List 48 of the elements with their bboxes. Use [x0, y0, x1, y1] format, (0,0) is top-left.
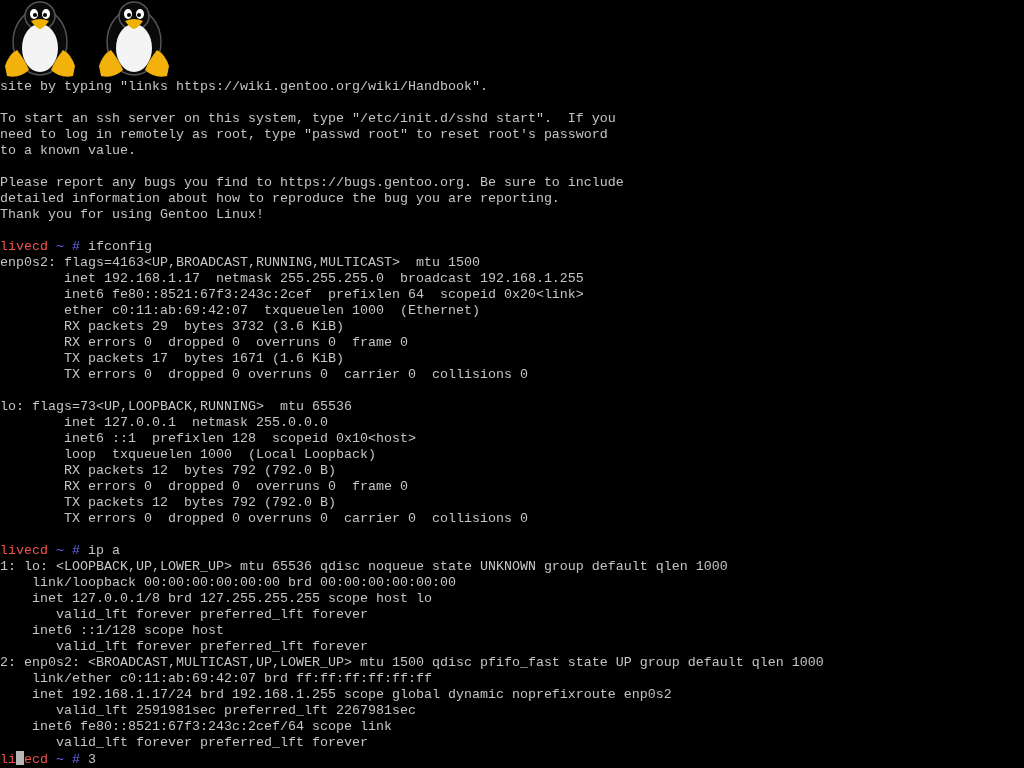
console-line: RX errors 0 dropped 0 overruns 0 frame 0: [63, 335, 409, 351]
prompt-host: li: [0, 752, 16, 767]
console-line: inet6 ::1 prefixlen 128 scopeid 0x10<host>: [63, 431, 417, 447]
console-line: inet 192.168.1.17/24 brd 192.168.1.255 scope global dynamic noprefixroute enp0s2: [31, 687, 673, 703]
prompt-path: ~: [56, 752, 64, 767]
console-line: inet 127.0.0.1/8 brd 127.255.255.255 scope host lo: [31, 591, 433, 607]
console-line: site by typing "links https://wiki.gentoo.org/wiki/Handbook".: [0, 79, 489, 95]
console-line: valid_lft forever preferred_lft forever: [55, 735, 369, 751]
console-line: TX packets 12 bytes 792 (792.0 B): [63, 495, 337, 511]
console-line: inet 192.168.1.17 netmask 255.255.255.0 broadcast 192.168.1.255: [63, 271, 585, 287]
console-line: 2: enp0s2: <BROADCAST,MULTICAST,UP,LOWER_UP> mtu 1500 qdisc pfifo_fast state UP group default qlen 1000: [0, 655, 825, 671]
console-line: Thank you for using Gentoo Linux!: [0, 207, 265, 223]
prompt-host: ecd: [24, 752, 48, 767]
console-line: RX packets 29 bytes 3732 (3.6 KiB): [63, 319, 345, 335]
console-line: link/loopback 00:00:00:00:00:00 brd 00:00:00:00:00:00: [31, 575, 457, 591]
console-line: TX errors 0 dropped 0 overruns 0 carrier 0 collisions 0: [63, 511, 529, 527]
console-line: TX packets 17 bytes 1671 (1.6 KiB): [63, 351, 345, 367]
command-text: ip a: [88, 543, 120, 558]
console-line: RX errors 0 dropped 0 overruns 0 frame 0: [63, 479, 409, 495]
console-line: valid_lft forever preferred_lft forever: [55, 639, 369, 655]
console-line: RX packets 12 bytes 792 (792.0 B): [63, 463, 337, 479]
command-text: 3: [88, 752, 96, 767]
console-line: need to log in remotely as root, type "passwd root" to reset root's password: [0, 127, 609, 143]
prompt-host: livecd: [0, 239, 48, 254]
prompt-host: livecd: [0, 543, 48, 558]
console-line: ether c0:11:ab:69:42:07 txqueuelen 1000 (Ethernet): [63, 303, 481, 319]
console-line: To start an ssh server on this system, type "/etc/init.d/sshd start". If you: [0, 111, 617, 127]
console-line: detailed information about how to reproduce the bug you are reporting.: [0, 191, 561, 207]
console-line: inet 127.0.0.1 netmask 255.0.0.0: [63, 415, 329, 431]
command-text: ifconfig: [88, 239, 152, 254]
console-line: lo: flags=73<UP,LOOPBACK,RUNNING> mtu 65536: [0, 399, 353, 415]
console-line: to a known value.: [0, 143, 137, 159]
console-line: 1: lo: <LOOPBACK,UP,LOWER_UP> mtu 65536 qdisc noqueue state UNKNOWN group default qlen 1000: [0, 559, 729, 575]
console-line: link/ether c0:11:ab:69:42:07 brd ff:ff:ff:ff:ff:ff: [31, 671, 433, 687]
prompt-symbol: #: [72, 543, 80, 558]
prompt-symbol: #: [72, 752, 80, 767]
prompt-symbol: #: [72, 239, 80, 254]
console-line: valid_lft forever preferred_lft forever: [55, 607, 369, 623]
console-line: Please report any bugs you find to https://bugs.gentoo.org. Be sure to include: [0, 175, 625, 191]
console-line: inet6 fe80::8521:67f3:243c:2cef prefixlen 64 scopeid 0x20<link>: [63, 287, 585, 303]
console-line: valid_lft 2591981sec preferred_lft 2267981sec: [55, 703, 417, 719]
prompt-path: ~: [56, 239, 64, 254]
console-line: inet6 ::1/128 scope host: [31, 623, 225, 639]
console-line: enp0s2: flags=4163<UP,BROADCAST,RUNNING,MULTICAST> mtu 1500: [0, 255, 481, 271]
console-line: TX errors 0 dropped 0 overruns 0 carrier 0 collisions 0: [63, 367, 529, 383]
console-line: inet6 fe80::8521:67f3:243c:2cef/64 scope link: [31, 719, 393, 735]
prompt-path: ~: [56, 543, 64, 558]
console-line: loop txqueuelen 1000 (Local Loopback): [63, 447, 377, 463]
